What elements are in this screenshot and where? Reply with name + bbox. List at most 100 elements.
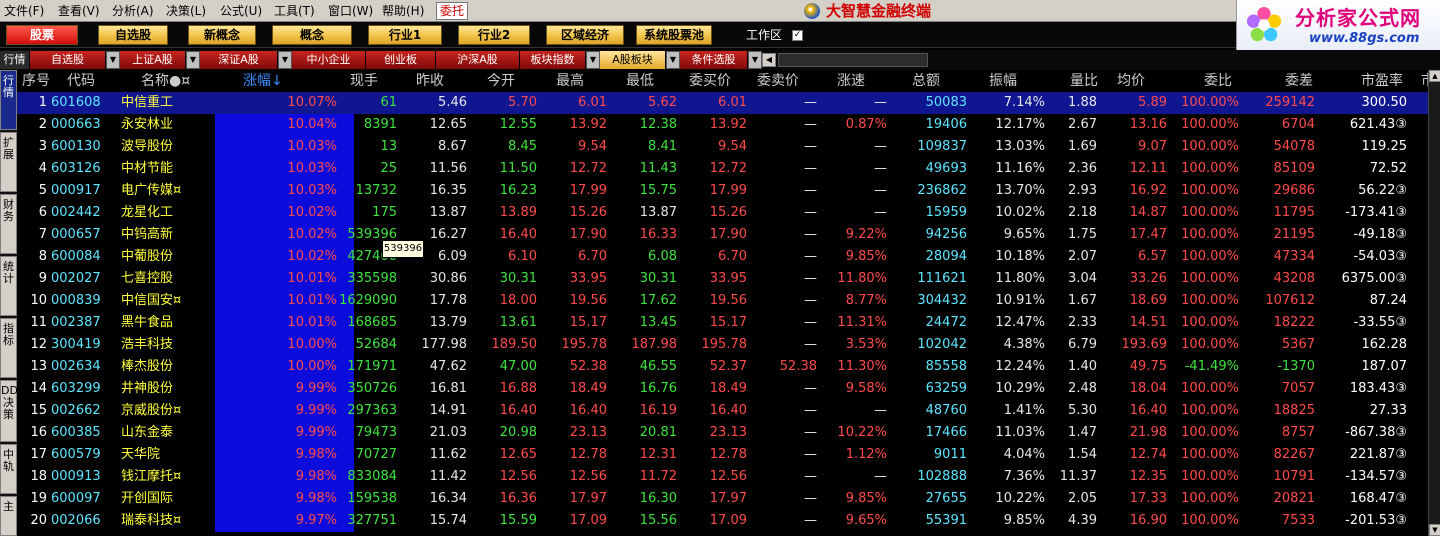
menu-window[interactable]: 窗口(W) [328, 3, 373, 19]
cell-pe: 187.07 [1361, 359, 1408, 374]
table-row[interactable]: 4 603126 中材节能 10.03% 25 11.56 11.50 12.72 11.43 1… [17, 158, 1428, 180]
table-row[interactable]: 7 000657 中钨高新 10.02% 539396 16.27 16.40 17.90 16… [17, 224, 1428, 246]
table-row[interactable]: 6 002442 龙星化工 10.02% 175 13.87 13.89 15.26 13.87… [17, 202, 1428, 224]
tab-sh-a[interactable]: 上证A股 [120, 51, 186, 69]
table-row[interactable]: 5 000917 电广传媒¤ 10.03% 13732 16.35 16.23 17.99 15… [17, 180, 1428, 202]
column-header-ask[interactable]: 委卖价 [757, 73, 799, 89]
table-row[interactable]: 15 002662 京威股份¤ 9.99% 297363 14.91 16.40 16.40 1… [17, 400, 1428, 422]
table-row[interactable]: 1 601608 中信重工 10.07% 61 5.46 5.70 6.01 5.62 6.01 —… [17, 92, 1428, 114]
table-row[interactable]: 10 000839 中信国安¤ 10.01% 1629090 17.78 18.00 19.5… [17, 290, 1428, 312]
trade-entrust-button[interactable]: 委托 [436, 2, 468, 20]
column-header-order-diff[interactable]: 委差 [1285, 73, 1313, 89]
tab-condition-select[interactable]: 条件选股 [680, 51, 748, 69]
table-row[interactable]: 8 600084 中葡股份 10.02% 427400 6.09 6.10 6.70 6.08 6… [17, 246, 1428, 268]
sidetab-main[interactable]: 主 [0, 496, 17, 536]
tab-sme[interactable]: 中小企业 [292, 51, 366, 69]
table-row[interactable]: 20 002066 瑞泰科技¤ 9.97% 327751 15.74 15.59 17.09 1… [17, 510, 1428, 532]
cell-code: 002387 [51, 315, 101, 330]
table-row[interactable]: 13 002634 棒杰股份 10.00% 171971 47.62 47.00 52.38 4… [17, 356, 1428, 378]
menu-decision[interactable]: 决策(L) [166, 3, 206, 19]
column-header-order-ratio[interactable]: 委比 [1204, 73, 1232, 89]
toolbar-button-new-concept[interactable]: 新概念 [188, 25, 256, 45]
column-header-amount[interactable]: 总额 [912, 73, 940, 89]
menu-file[interactable]: 文件(F) [4, 3, 44, 19]
table-row[interactable]: 19 600097 开创国际 9.98% 159538 16.34 16.36 17.97 16… [17, 488, 1428, 510]
tab-sector-index[interactable]: 板块指数 [520, 51, 586, 69]
tab-dropdown-icon[interactable]: ▼ [748, 51, 762, 69]
column-header-prev-close[interactable]: 昨收 [416, 73, 444, 89]
toolbar-button-concept[interactable]: 概念 [272, 25, 352, 45]
cell-order-diff: 18825 [1273, 403, 1315, 418]
cell-code: 300419 [51, 337, 101, 352]
toolbar-button-stock-pool[interactable]: 系统股票池 [636, 25, 712, 45]
column-header-seq[interactable]: 序号 [22, 73, 50, 89]
table-row[interactable]: 17 600579 天华院 9.98% 70727 11.62 12.65 12.78 12.3… [17, 444, 1428, 466]
toolbar-button-region[interactable]: 区域经济 [546, 25, 624, 45]
menu-tools[interactable]: 工具(T) [274, 3, 315, 19]
column-header-pe[interactable]: 市盈率 [1361, 73, 1403, 89]
column-header-open[interactable]: 今开 [487, 73, 515, 89]
column-header-bid[interactable]: 委买价 [689, 73, 731, 89]
tab-sz-a[interactable]: 深证A股 [200, 51, 278, 69]
table-row[interactable]: 14 603299 井神股份 9.99% 350726 16.81 16.88 18.49 16… [17, 378, 1428, 400]
menu-view[interactable]: 查看(V) [58, 3, 100, 19]
sidetab-indicator[interactable]: 指标 [0, 318, 17, 378]
cell-change: 10.03% [287, 139, 337, 154]
tab-chinext[interactable]: 创业板 [366, 51, 436, 69]
table-row[interactable]: 16 600385 山东金泰 9.99% 79473 21.03 20.98 23.13 20.… [17, 422, 1428, 444]
cell-vol-ratio: 5.30 [1068, 403, 1097, 418]
cell-bid: 18.49 [709, 381, 747, 396]
tab-watchlist[interactable]: 自选股 [30, 51, 106, 69]
cell-prev-close: 11.42 [429, 469, 467, 484]
column-header-name[interactable]: 名称●¤ [141, 73, 190, 89]
menu-formula[interactable]: 公式(U) [220, 3, 262, 19]
sidetab-market[interactable]: 行情 [0, 70, 17, 130]
toolbar-button-stocks[interactable]: 股票 [6, 25, 78, 45]
toolbar-button-industry2[interactable]: 行业2 [458, 25, 530, 45]
sidetab-dde[interactable]: DDE决策 [0, 380, 25, 442]
vertical-scrollbar[interactable]: ▲ ▼ [1428, 70, 1440, 536]
column-header-avg-price[interactable]: 均价 [1117, 73, 1145, 89]
column-header-high[interactable]: 最高 [556, 73, 584, 89]
cell-order-ratio: 100.00% [1181, 95, 1239, 110]
column-header-vol-ratio[interactable]: 量比 [1070, 73, 1098, 89]
tab-dropdown-icon[interactable]: ▼ [666, 51, 680, 69]
table-row[interactable]: 11 002387 黑牛食品 10.01% 168685 13.79 13.61 15.17 1… [17, 312, 1428, 334]
sidetab-middle-track[interactable]: 中轨 [0, 444, 17, 494]
column-header-speed[interactable]: 涨速 [837, 73, 865, 89]
tab-dropdown-icon[interactable]: ▼ [586, 51, 600, 69]
table-row[interactable]: 9 002027 七喜控股 10.01% 335598 30.86 30.31 33.95 30… [17, 268, 1428, 290]
menu-help[interactable]: 帮助(H) [382, 3, 424, 19]
column-header-change[interactable]: 涨幅↓ [243, 73, 283, 89]
scroll-up-icon[interactable]: ▲ [1429, 70, 1440, 82]
toolbar-button-watchlist[interactable]: 自选股 [98, 25, 168, 45]
column-header-volume[interactable]: 现手 [350, 73, 378, 89]
tab-a-sector[interactable]: A股板块 [600, 51, 666, 69]
scroll-down-icon[interactable]: ▼ [1429, 524, 1440, 536]
cell-low: 30.31 [639, 271, 677, 286]
horizontal-scrollbar[interactable] [778, 53, 928, 67]
tab-dropdown-icon[interactable]: ▼ [106, 51, 120, 69]
table-row[interactable]: 3 600130 波导股份 10.03% 13 8.67 8.45 9.54 8.41 9.54 —… [17, 136, 1428, 158]
column-header-low[interactable]: 最低 [626, 73, 654, 89]
quote-table: 1 601608 中信重工 10.07% 61 5.46 5.70 6.01 5.62 6.01 —… [17, 92, 1428, 536]
table-row[interactable]: 18 000913 钱江摩托¤ 9.98% 833084 11.42 12.56 12.56 1… [17, 466, 1428, 488]
sidetab-extend[interactable]: 扩展 [0, 132, 17, 192]
tab-dropdown-icon[interactable]: ▼ [278, 51, 292, 69]
tab-market[interactable]: 行情 [0, 51, 30, 69]
table-row[interactable]: 2 000663 永安林业 10.04% 8391 12.65 12.55 13.92 12.3… [17, 114, 1428, 136]
column-header-amplitude[interactable]: 振幅 [989, 73, 1017, 89]
table-row[interactable]: 12 300419 浩丰科技 10.00% 52684 177.98 189.50 195.7… [17, 334, 1428, 356]
tab-dropdown-icon[interactable]: ▼ [186, 51, 200, 69]
cell-bid: 23.13 [709, 425, 747, 440]
cell-amplitude: 7.14% [1003, 95, 1045, 110]
tab-hs-a[interactable]: 沪深A股 [436, 51, 520, 69]
scroll-left-icon[interactable]: ◀ [762, 53, 776, 67]
sidetab-finance[interactable]: 财务 [0, 194, 17, 254]
sidetab-stats[interactable]: 统计 [0, 256, 17, 316]
workarea-checkbox[interactable]: ✓ [792, 30, 803, 41]
cell-change: 10.03% [287, 183, 337, 198]
column-header-code[interactable]: 代码 [67, 73, 95, 89]
toolbar-button-industry1[interactable]: 行业1 [368, 25, 442, 45]
menu-analysis[interactable]: 分析(A) [112, 3, 154, 19]
